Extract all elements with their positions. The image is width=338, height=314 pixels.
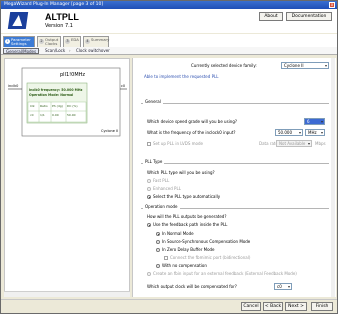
tab-label-2: Clocks [45, 41, 58, 46]
operation-mode-group-title: Operation mode [143, 204, 180, 209]
compensated-clock-question: Which output clock will be compensated f… [147, 284, 237, 289]
port-inclk0: inclk0 [8, 84, 19, 88]
general-group-title: General [143, 99, 163, 104]
lvds-mode-checkbox[interactable] [147, 142, 151, 146]
connect-fbmimic-checkbox[interactable] [164, 256, 168, 260]
device-family-select[interactable]: Cyclone II [281, 62, 329, 69]
pll-type-group-title: PLL Type [143, 159, 165, 164]
next-button[interactable]: Next > [285, 302, 307, 311]
inclk-frequency-question: What is the frequency of the inclock0 in… [147, 130, 236, 135]
speed-grade-select[interactable]: 6 [304, 118, 325, 125]
zero-delay-radio[interactable] [156, 248, 160, 252]
fast-pll-radio[interactable] [147, 179, 151, 183]
auto-pll-label: Select the PLL type automatically [153, 194, 221, 199]
external-feedback-label: Create an fbin input for an external fee… [153, 271, 297, 276]
pll-type-question: Which PLL type will you be using? [147, 170, 215, 175]
back-button[interactable]: < Back [263, 302, 283, 311]
external-feedback-radio[interactable] [147, 272, 151, 276]
table-header-ratio: Ratio [40, 104, 48, 108]
documentation-button[interactable]: Documentation [286, 12, 332, 21]
tab-label: EDA [71, 37, 79, 42]
normal-mode-radio[interactable] [156, 232, 160, 236]
tab-strip: 1 Parameter Settings 2 Output Clocks 3 E… [1, 34, 337, 47]
compensated-clock-select[interactable]: c0 [274, 283, 292, 290]
block-preview-pane: pll1!0MHz inclk0 c0 inclk0 frequency: 50… [4, 58, 130, 297]
table-header-clk: Clk [30, 104, 35, 108]
tab-number: 2 [39, 39, 44, 44]
device-family-label: Currently selected device family: [191, 63, 257, 68]
table-cell-duty: 50.00 [67, 113, 76, 117]
altera-logo-icon [7, 12, 29, 29]
operation-mode-question: How will the PLL outputs be generated? [147, 214, 227, 219]
window-titlebar: MegaWizard Plug-In Manager [page 3 of 10… [1, 1, 337, 9]
pll-block-name: pll1!0MHz [60, 72, 86, 78]
tab-label-2: Settings [11, 41, 27, 46]
table-header-duty: DC (%) [67, 104, 78, 108]
normal-mode-label: In Normal Mode [162, 231, 194, 236]
enhanced-pll-radio[interactable] [147, 187, 151, 191]
tab-eda[interactable]: 3 EDA [63, 36, 81, 47]
finish-button[interactable]: Finish [311, 302, 333, 311]
table-cell-clk: c0 [30, 113, 34, 117]
app-version: Version 7.1 [45, 23, 73, 29]
enhanced-pll-label: Enhanced PLL [153, 186, 181, 191]
connect-fbmimic-label: Connect the fbmimic port (bidirectional) [170, 255, 251, 260]
inclk-unit-select[interactable]: MHz [305, 129, 325, 136]
table-header-phase: Ph (dg) [52, 104, 63, 108]
port-c0: c0 [121, 84, 126, 88]
wizard-window: MegaWizard Plug-In Manager [page 3 of 10… [0, 0, 338, 314]
use-feedback-label: Use the feedback path inside the PLL [153, 222, 228, 227]
source-sync-radio[interactable] [156, 240, 160, 244]
chevron-right-icon: › [69, 48, 71, 53]
use-feedback-radio[interactable] [147, 223, 151, 227]
no-compensation-radio[interactable] [156, 264, 160, 268]
footer-divider [1, 299, 337, 300]
window-title: MegaWizard Plug-In Manager [page 3 of 10… [4, 2, 104, 7]
tab-label: Summary [91, 37, 110, 42]
no-compensation-label: With no compensation [162, 263, 207, 268]
about-button[interactable]: About [259, 12, 283, 21]
zero-delay-label: In Zero Delay Buffer Mode [162, 247, 215, 252]
source-sync-label: In Source-Synchronous Compensation Mode [162, 239, 251, 244]
table-cell-phase: 0.00 [52, 113, 59, 117]
fast-pll-label: Fast PLL [153, 178, 170, 183]
able-to-implement-text: Able to implement the requested PLL [144, 74, 219, 79]
tab-number: 3 [65, 39, 70, 44]
data-rate-unit: Mbps [315, 141, 326, 146]
tab-summary[interactable]: 4 Summary [83, 36, 109, 47]
speed-grade-question: Which device speed grade will you be usi… [147, 119, 237, 124]
crumb-scan-lock[interactable]: Scan/Lock [43, 48, 67, 54]
close-icon[interactable]: x [329, 2, 335, 8]
table-cell-ratio: 1/1 [40, 113, 45, 117]
breadcrumb: General/Modes › Scan/Lock › Clock switch… [1, 47, 337, 55]
device-footer: Cyclone II [101, 129, 119, 133]
crumb-general-modes[interactable]: General/Modes [3, 48, 40, 54]
auto-pll-radio[interactable] [147, 195, 151, 199]
crumb-clock-switchover[interactable]: Clock switchover [74, 48, 112, 54]
tab-number: 4 [85, 39, 90, 44]
chevron-right-icon: › [38, 48, 40, 53]
tab-output-clocks[interactable]: 2 Output Clocks [37, 36, 61, 47]
operation-mode-info: Operation Mode: Normal [29, 93, 74, 97]
app-title: ALTPLL [45, 12, 79, 22]
data-rate-select[interactable]: Not Available [276, 140, 312, 147]
vertical-scrollbar[interactable] [331, 58, 335, 297]
inclk-frequency-input[interactable]: 50.000 [275, 129, 303, 136]
tab-parameter-settings[interactable]: 1 Parameter Settings [3, 36, 35, 47]
lvds-mode-label: Set up PLL in LVDS mode [153, 141, 204, 146]
horizontal-scrollbar[interactable] [4, 291, 130, 297]
tab-number: 1 [5, 39, 10, 44]
cancel-button[interactable]: Cancel [241, 302, 261, 311]
